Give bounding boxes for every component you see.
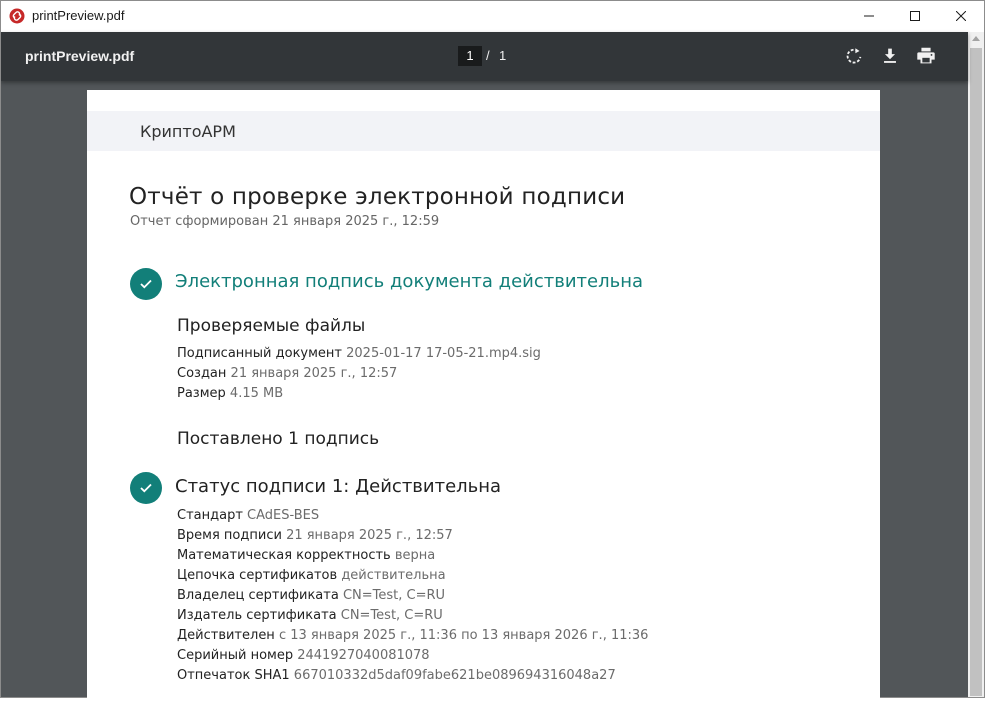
app-logo-icon bbox=[9, 8, 25, 24]
signature-count-heading: Поставлено 1 подпись bbox=[177, 429, 380, 449]
detail-value: верна bbox=[394, 548, 436, 563]
close-button[interactable] bbox=[938, 1, 984, 31]
rotate-button[interactable] bbox=[843, 45, 865, 67]
maximize-button[interactable] bbox=[892, 1, 938, 31]
signature-valid-status: Электронная подпись документа действител… bbox=[175, 271, 643, 292]
window-title: printPreview.pdf bbox=[32, 8, 125, 23]
file-info-row: Размер 4.15 MB bbox=[177, 386, 283, 402]
download-icon bbox=[884, 48, 896, 63]
minimize-icon bbox=[864, 15, 874, 17]
signature-detail-row: Время подписи 21 января 2025 г., 12:57 bbox=[177, 528, 453, 544]
pdf-page: КриптоАРМ Отчёт о проверке электронной п… bbox=[87, 90, 880, 710]
file-info-label: Создан bbox=[177, 366, 227, 381]
vertical-scrollbar[interactable] bbox=[968, 32, 984, 697]
file-info-row: Подписанный документ 2025-01-17 17-05-21… bbox=[177, 346, 541, 362]
detail-label: Владелец сертификата bbox=[177, 588, 339, 603]
signature-detail-row: Владелец сертификата CN=Test, C=RU bbox=[177, 588, 445, 604]
detail-value: CAdES-BES bbox=[247, 508, 320, 523]
signature-detail-row: Стандарт CAdES-BES bbox=[177, 508, 319, 524]
rotate-icon bbox=[846, 48, 862, 64]
signature-detail-row: Действителен с 13 января 2025 г., 11:36 … bbox=[177, 628, 648, 644]
report-title: Отчёт о проверке электронной подписи bbox=[129, 184, 626, 210]
detail-label: Время подписи bbox=[177, 528, 282, 543]
print-button[interactable] bbox=[915, 45, 937, 67]
detail-label: Стандарт bbox=[177, 508, 243, 523]
file-info-label: Размер bbox=[177, 386, 226, 401]
signature-detail-row: Серийный номер 2441927040081078 bbox=[177, 648, 430, 664]
files-heading: Проверяемые файлы bbox=[177, 316, 366, 336]
brand-name: КриптоАРМ bbox=[140, 122, 236, 141]
detail-value: 2441927040081078 bbox=[297, 648, 430, 663]
page-number-input[interactable]: 1 bbox=[458, 46, 482, 66]
signature-check-icon bbox=[130, 472, 162, 504]
detail-value: с 13 января 2025 г., 11:36 по 13 января … bbox=[278, 628, 649, 643]
signature-status-heading: Статус подписи 1: Действительна bbox=[175, 476, 502, 497]
page-total: 1 bbox=[499, 48, 507, 63]
file-info-value: 21 января 2025 г., 12:57 bbox=[230, 366, 398, 381]
download-button[interactable] bbox=[879, 45, 901, 67]
detail-value: CN=Test, C=RU bbox=[342, 588, 446, 603]
detail-label: Математическая корректность bbox=[177, 548, 391, 563]
page-separator: / bbox=[486, 48, 490, 63]
maximize-icon bbox=[910, 11, 920, 21]
detail-value: CN=Test, C=RU bbox=[340, 608, 443, 623]
signature-detail-row: Цепочка сертификатов действительна bbox=[177, 568, 446, 584]
detail-label: Отпечаток SHA1 bbox=[177, 668, 290, 683]
report-subtitle: Отчет сформирован 21 января 2025 г., 12:… bbox=[130, 214, 440, 229]
file-info-value: 2025-01-17 17-05-21.mp4.sig bbox=[346, 346, 541, 361]
detail-value: действительна bbox=[341, 568, 446, 583]
signature-detail-row: Издатель сертификата CN=Test, C=RU bbox=[177, 608, 443, 624]
pdf-toolbar: printPreview.pdf 1 / 1 bbox=[1, 32, 968, 81]
close-icon bbox=[956, 11, 966, 21]
file-info-row: Создан 21 января 2025 г., 12:57 bbox=[177, 366, 397, 382]
file-info-label: Подписанный документ bbox=[177, 346, 342, 361]
title-bar[interactable]: printPreview.pdf bbox=[1, 1, 984, 31]
detail-value: 21 января 2025 г., 12:57 bbox=[286, 528, 453, 543]
signature-detail-row: Математическая корректность верна bbox=[177, 548, 435, 564]
scrollbar-thumb[interactable] bbox=[970, 48, 982, 696]
pdf-filename: printPreview.pdf bbox=[25, 48, 135, 64]
print-icon bbox=[917, 47, 935, 64]
detail-value: 667010332d5daf09fabe621be089694316048a27 bbox=[293, 668, 616, 683]
detail-label: Серийный номер bbox=[177, 648, 294, 663]
detail-label: Действителен bbox=[177, 628, 275, 643]
minimize-button[interactable] bbox=[846, 1, 892, 31]
report-header: КриптоАРМ bbox=[87, 111, 880, 151]
signature-detail-row: Отпечаток SHA1 667010332d5daf09fabe621be… bbox=[177, 668, 616, 684]
file-info-value: 4.15 MB bbox=[229, 386, 284, 401]
detail-label: Цепочка сертификатов bbox=[177, 568, 338, 583]
valid-check-icon bbox=[130, 268, 162, 300]
detail-label: Издатель сертификата bbox=[177, 608, 337, 623]
scroll-up-arrow-icon[interactable] bbox=[972, 36, 980, 41]
